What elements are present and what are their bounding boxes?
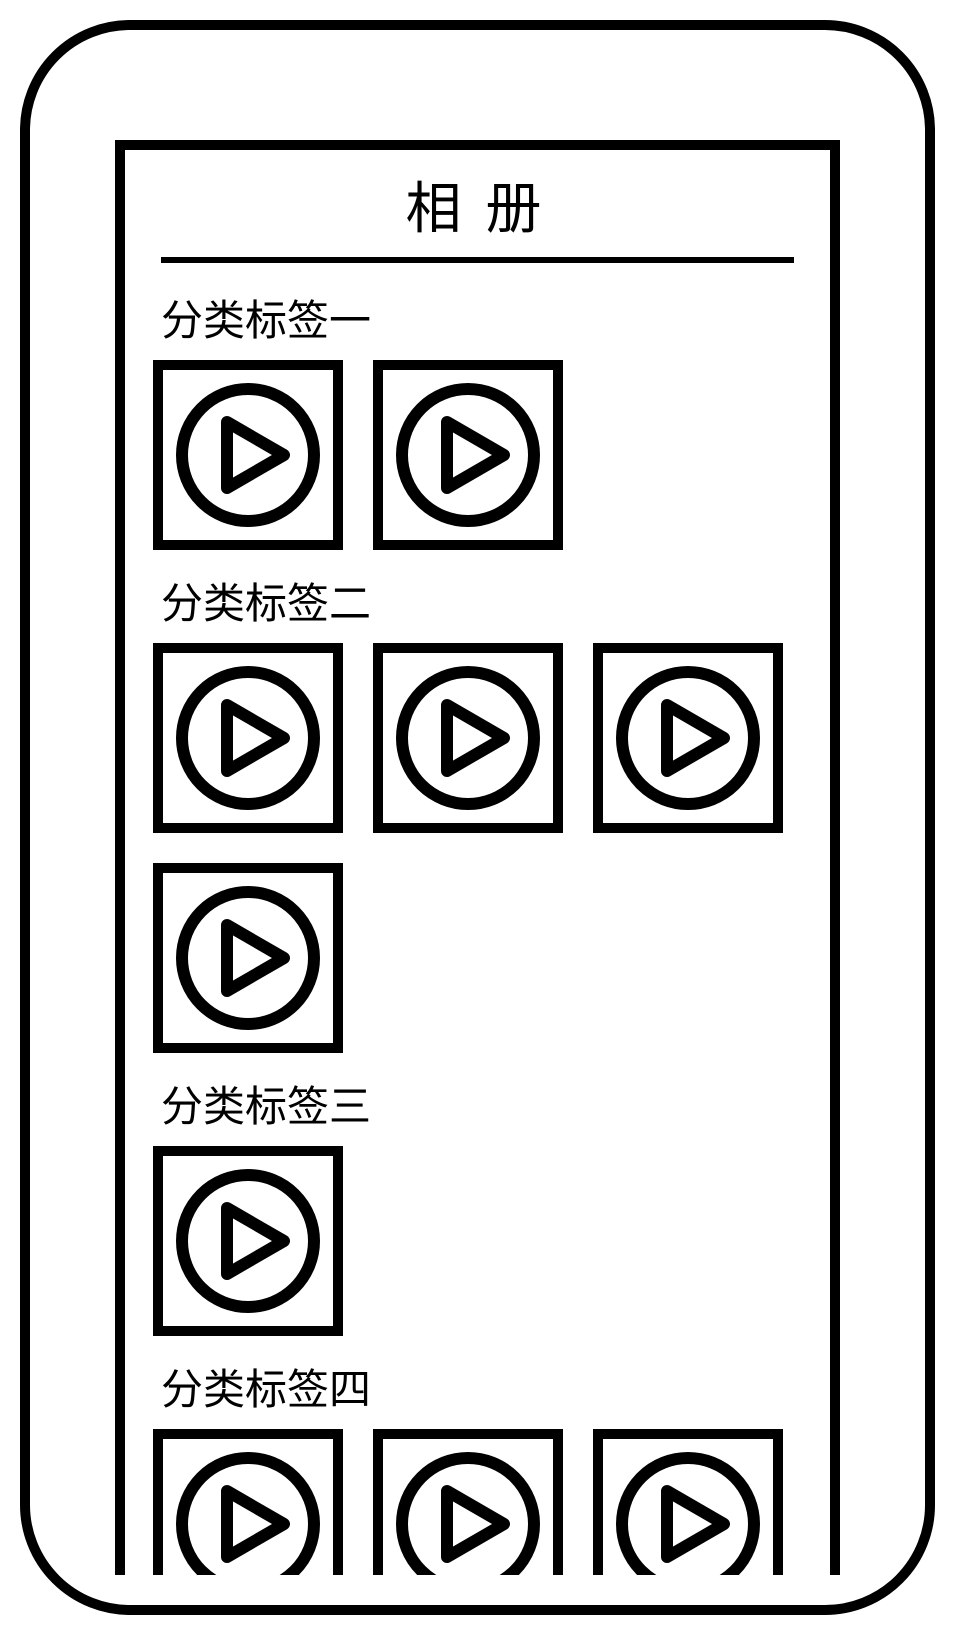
category-label: 分类标签三 bbox=[161, 1073, 802, 1134]
thumbs-row bbox=[153, 1429, 802, 1575]
video-thumb[interactable] bbox=[593, 1429, 783, 1575]
play-icon bbox=[173, 380, 323, 530]
category-3: 分类标签三 bbox=[153, 1073, 802, 1336]
title-underline bbox=[161, 257, 794, 263]
thumbs-row bbox=[153, 643, 802, 1053]
video-thumb[interactable] bbox=[153, 360, 343, 550]
play-icon bbox=[393, 380, 543, 530]
video-thumb[interactable] bbox=[373, 360, 563, 550]
video-thumb[interactable] bbox=[153, 1429, 343, 1575]
play-icon bbox=[173, 1166, 323, 1316]
device-frame: 相册 分类标签一 分类标签二 bbox=[20, 20, 935, 1615]
category-4: 分类标签四 bbox=[153, 1356, 802, 1575]
play-icon bbox=[613, 663, 763, 813]
category-label: 分类标签一 bbox=[161, 287, 802, 348]
video-thumb[interactable] bbox=[373, 643, 563, 833]
category-2: 分类标签二 bbox=[153, 570, 802, 1053]
video-thumb[interactable] bbox=[153, 863, 343, 1053]
page-title: 相册 bbox=[390, 160, 566, 253]
play-icon bbox=[173, 663, 323, 813]
content: 分类标签一 分类标签二 bbox=[125, 287, 830, 1575]
app-root: 相册 分类标签一 分类标签二 bbox=[125, 150, 830, 1575]
category-label: 分类标签二 bbox=[161, 570, 802, 631]
play-icon bbox=[393, 663, 543, 813]
video-thumb[interactable] bbox=[593, 643, 783, 833]
category-label: 分类标签四 bbox=[161, 1356, 802, 1417]
play-icon bbox=[173, 1449, 323, 1575]
play-icon bbox=[613, 1449, 763, 1575]
video-thumb[interactable] bbox=[153, 1146, 343, 1336]
thumbs-row bbox=[153, 1146, 802, 1336]
play-icon bbox=[393, 1449, 543, 1575]
category-1: 分类标签一 bbox=[153, 287, 802, 550]
video-thumb[interactable] bbox=[153, 643, 343, 833]
screen: 相册 分类标签一 分类标签二 bbox=[115, 140, 840, 1575]
play-icon bbox=[173, 883, 323, 1033]
header: 相册 bbox=[125, 150, 830, 253]
video-thumb[interactable] bbox=[373, 1429, 563, 1575]
thumbs-row bbox=[153, 360, 802, 550]
